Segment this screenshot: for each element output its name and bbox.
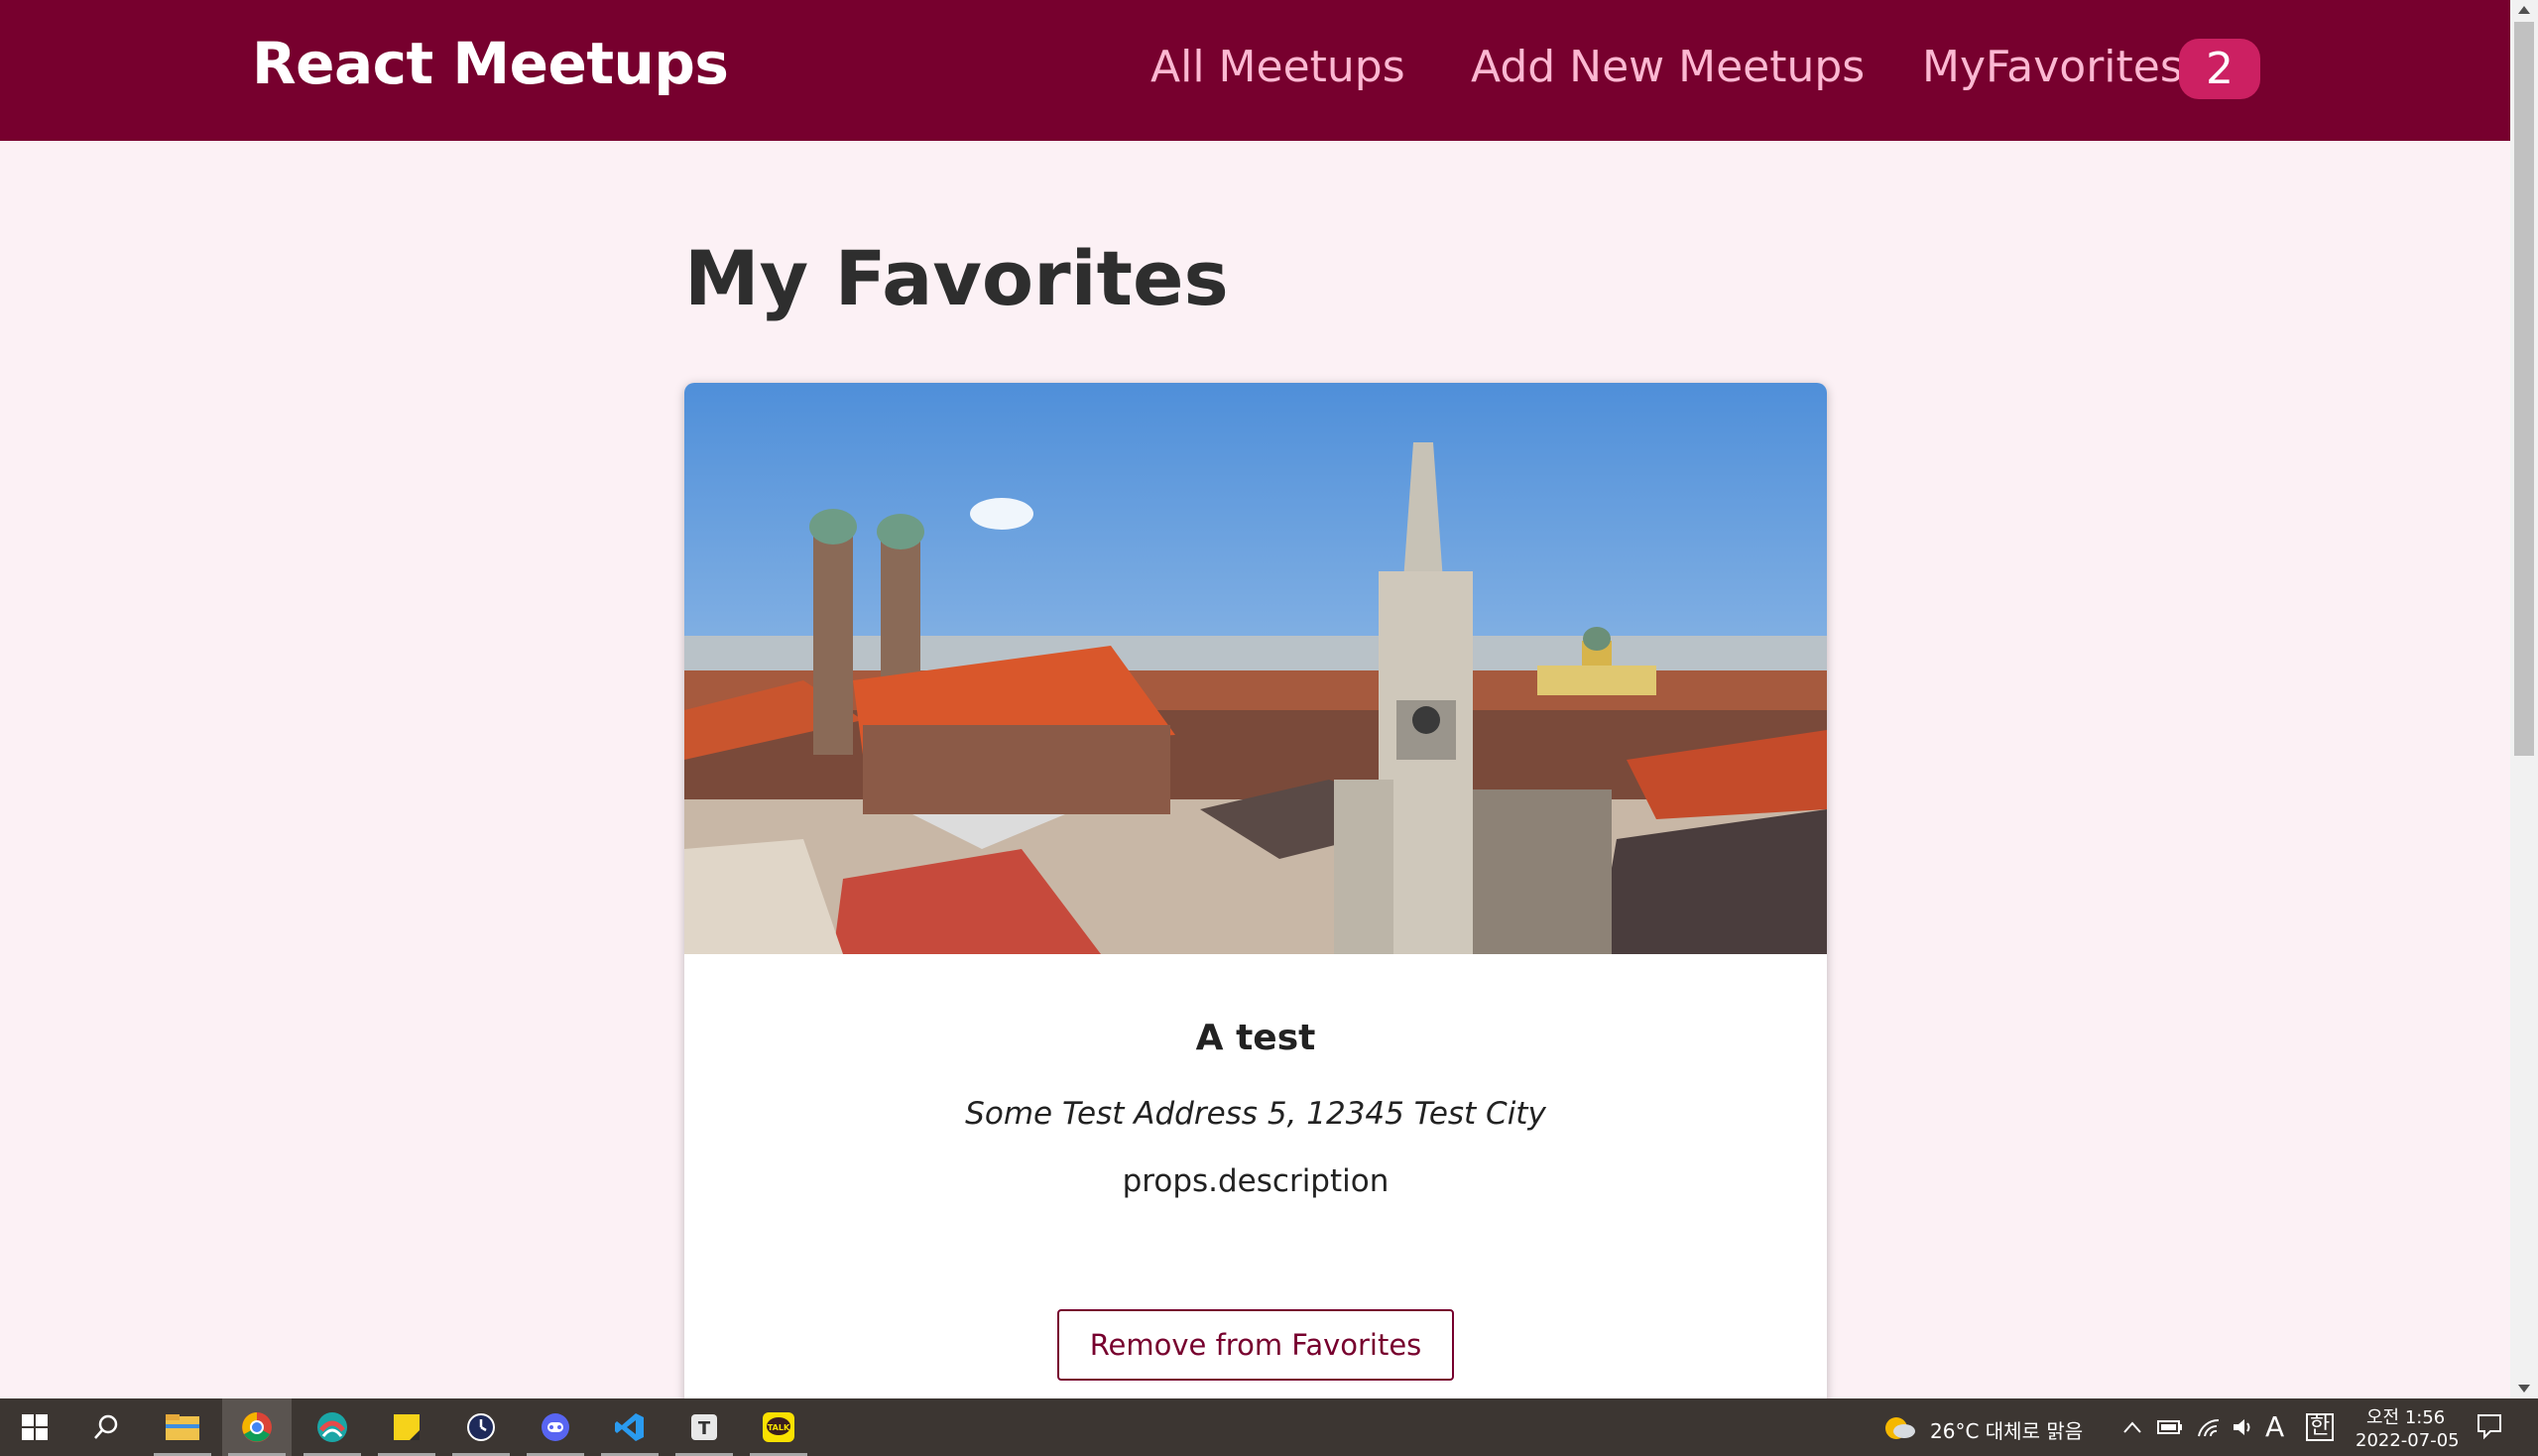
meetup-card: A test Some Test Address 5, 12345 Test C… (684, 383, 1827, 1456)
taskbar-kakaotalk[interactable]: TALK (744, 1398, 813, 1456)
chevron-up-icon[interactable] (2122, 1420, 2142, 1434)
vscode-icon (615, 1413, 644, 1441)
favorites-count-badge: 2 (2179, 39, 2260, 99)
taskbar-file-explorer[interactable] (148, 1398, 217, 1456)
typora-icon: T (691, 1414, 717, 1440)
taskbar-discord[interactable] (521, 1398, 590, 1456)
windows-logo-icon (22, 1414, 48, 1440)
scroll-down-arrow-icon[interactable] (2518, 1385, 2530, 1393)
clock-icon (467, 1413, 495, 1441)
meetup-address: Some Test Address 5, 12345 Test City (965, 1096, 1546, 1132)
windows-taskbar: T TALK 26°C 대체로 맑음 A 한 오전 1:56 2022-07-0… (0, 1398, 2538, 1456)
meetup-title: A test (1195, 1018, 1316, 1058)
clock-date[interactable]: 2022-07-05 (2356, 1430, 2460, 1451)
weather-icon[interactable] (1882, 1412, 1916, 1442)
clock-time[interactable]: 오전 1:56 (2366, 1403, 2445, 1429)
taskbar-clock-app[interactable] (446, 1398, 516, 1456)
nav-my-favorites[interactable]: MyFavorites (1922, 42, 2183, 92)
search-icon (94, 1414, 118, 1439)
page-title: My Favorites (684, 234, 1229, 322)
start-button[interactable] (0, 1398, 69, 1456)
scroll-up-arrow-icon[interactable] (2518, 6, 2530, 14)
scroll-thumb[interactable] (2514, 22, 2534, 756)
folder-icon (166, 1414, 199, 1440)
kakaotalk-icon: TALK (763, 1412, 794, 1442)
remove-from-favorites-button[interactable]: Remove from Favorites (1057, 1309, 1454, 1381)
nav-add-new-meetups[interactable]: Add New Meetups (1471, 42, 1865, 92)
meetup-image (684, 383, 1827, 954)
swirl-app-icon (317, 1412, 347, 1442)
taskbar-vscode[interactable] (595, 1398, 665, 1456)
weather-text[interactable]: 26°C 대체로 맑음 (1930, 1415, 2083, 1444)
page-scrollbar[interactable] (2510, 0, 2538, 1398)
taskbar-typora[interactable]: T (669, 1398, 739, 1456)
chrome-icon (242, 1412, 272, 1442)
nav-all-meetups[interactable]: All Meetups (1150, 42, 1405, 92)
site-logo[interactable]: React Meetups (252, 30, 729, 97)
meetup-description: props.description (1122, 1163, 1390, 1199)
battery-icon[interactable] (2157, 1418, 2183, 1436)
taskbar-search-button[interactable] (71, 1398, 141, 1456)
ime-mode-indicator[interactable]: 한 (2306, 1413, 2335, 1441)
main-header: React Meetups All Meetups Add New Meetup… (0, 0, 2510, 141)
taskbar-chrome[interactable] (222, 1398, 292, 1456)
svg-text:T: T (698, 1418, 711, 1439)
svg-text:TALK: TALK (768, 1423, 790, 1432)
discord-icon (542, 1413, 569, 1441)
volume-icon[interactable] (2232, 1416, 2255, 1438)
ime-language-indicator[interactable]: A (2265, 1410, 2284, 1443)
notification-center-icon[interactable] (2476, 1412, 2503, 1440)
wifi-icon[interactable] (2197, 1416, 2221, 1438)
sticky-notes-icon (394, 1414, 420, 1440)
taskbar-sticky-notes[interactable] (372, 1398, 441, 1456)
taskbar-swirl-app[interactable] (298, 1398, 367, 1456)
